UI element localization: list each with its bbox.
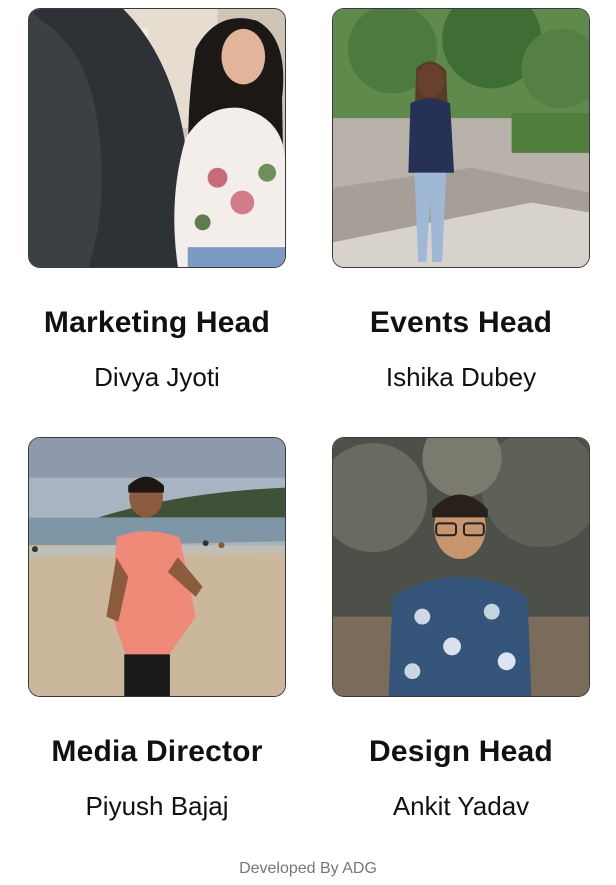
member-role: Media Director bbox=[51, 735, 263, 768]
member-name: Piyush Bajaj bbox=[85, 791, 229, 821]
member-photo bbox=[332, 437, 590, 697]
person-photo-icon bbox=[29, 9, 285, 267]
member-photo bbox=[28, 437, 286, 697]
member-name: Ankit Yadav bbox=[392, 791, 530, 821]
member-role: Events Head bbox=[369, 306, 553, 339]
footer-credit: Developed By ADG bbox=[239, 860, 377, 877]
member-role: Marketing Head bbox=[43, 306, 271, 339]
team-page: Marketing Head Divya Jyoti Events Head I… bbox=[0, 0, 616, 885]
person-photo-icon bbox=[333, 9, 589, 267]
member-photo bbox=[332, 8, 590, 268]
member-role: Design Head bbox=[369, 735, 553, 768]
member-name: Divya Jyoti bbox=[94, 362, 220, 392]
person-photo-icon bbox=[29, 438, 285, 696]
member-card-marketing-head: Marketing Head Divya Jyoti bbox=[28, 8, 286, 393]
person-photo-icon bbox=[333, 438, 589, 696]
member-card-design-head: Design Head Ankit Yadav bbox=[332, 437, 590, 822]
member-card-media-director: Media Director Piyush Bajaj bbox=[28, 437, 286, 822]
member-card-events-head: Events Head Ishika Dubey bbox=[332, 8, 590, 393]
member-name: Ishika Dubey bbox=[385, 362, 537, 392]
member-photo bbox=[28, 8, 286, 268]
